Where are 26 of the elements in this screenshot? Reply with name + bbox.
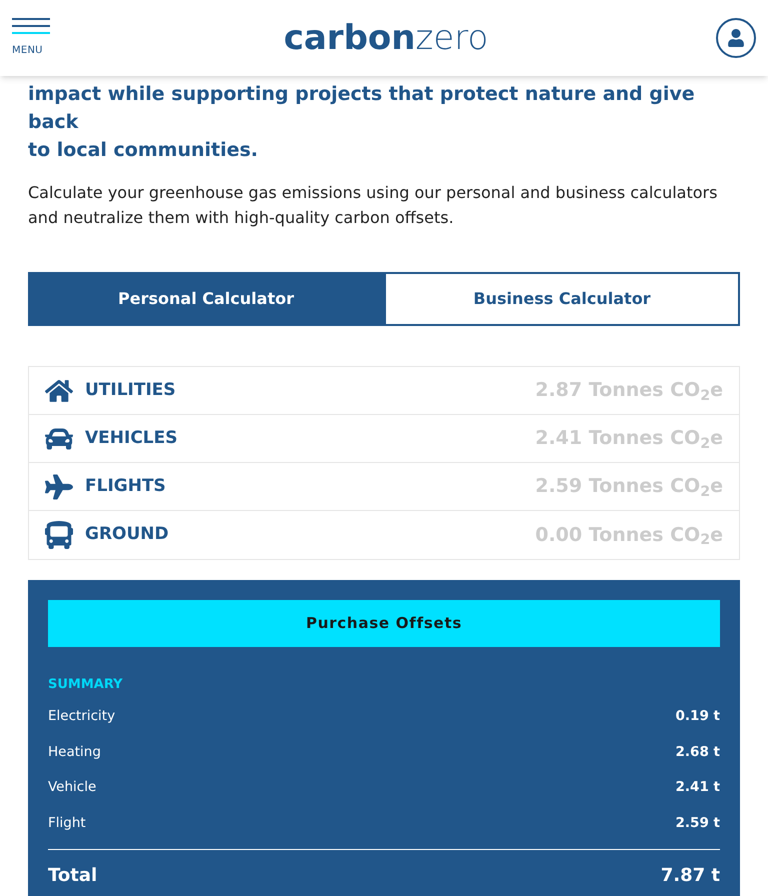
logo[interactable]: carbonzero [284, 21, 488, 55]
account-button[interactable] [716, 18, 756, 58]
calculator-tab[interactable]: Business Calculator [384, 272, 740, 326]
summary-label: Vehicle [48, 778, 96, 798]
summary-heading: SUMMARY [48, 676, 124, 694]
summary-label: Heating [48, 742, 101, 762]
user-icon [727, 29, 745, 47]
calculator-tab[interactable]: Personal Calculator [28, 272, 384, 326]
total-value: 7.87 t [660, 864, 720, 888]
intro-text: to local communities. [28, 138, 260, 163]
summary-value: 2.68 t [676, 742, 720, 762]
menu-button[interactable]: MENU [12, 18, 56, 58]
description-text: Calculate your greenhouse gas emissions using our personal and business calculators and neutralize them with high-quality carbon offsets. [28, 182, 718, 229]
category-label: GROUND [85, 523, 169, 546]
category-label: VEHICLES [85, 426, 178, 450]
purchase-offsets-button[interactable]: Purchase Offsets [48, 600, 720, 647]
summary-label: Flight [48, 814, 86, 833]
airplane-icon [45, 472, 73, 500]
bus-icon [45, 521, 73, 549]
category-label: FLIGHTS [85, 474, 166, 498]
total-label: Total [48, 864, 98, 888]
category-label: UTILITIES [85, 378, 176, 402]
summary-value: 2.41 t [676, 778, 720, 798]
summary-value: 0.19 t [676, 707, 720, 726]
summary-value: 2.59 t [676, 814, 720, 833]
summary-label: Electricity [48, 707, 116, 726]
